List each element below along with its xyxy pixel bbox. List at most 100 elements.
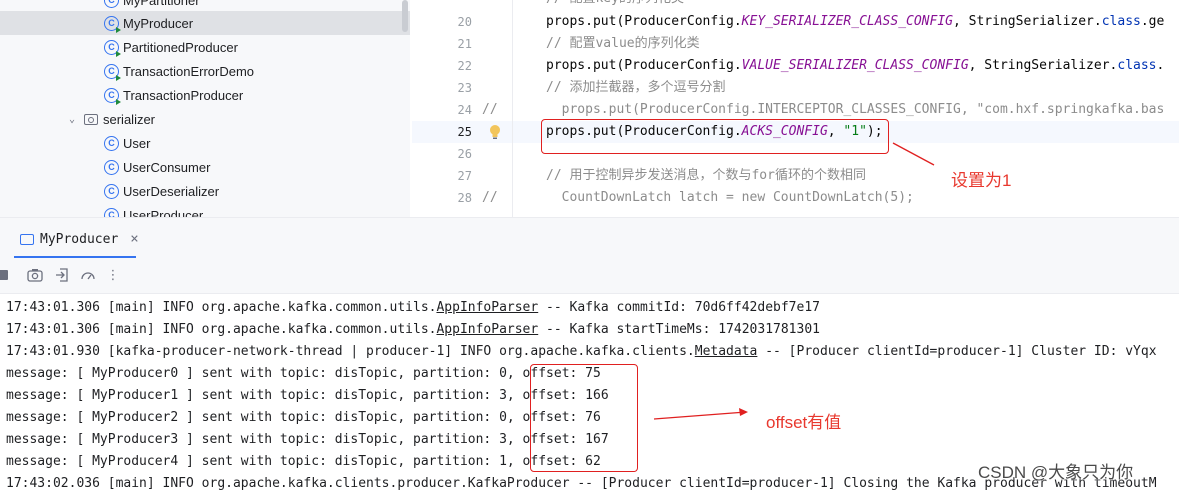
tree-item[interactable]: C User xyxy=(0,131,410,155)
tree-item-label: serializer xyxy=(103,111,156,127)
class-icon: C xyxy=(104,159,119,175)
console-line: message: [ MyProducer3 ] sent with topic… xyxy=(6,429,609,451)
code-token: class xyxy=(1101,14,1141,29)
console-text: -- Kafka startTimeMs: 1742031781301 xyxy=(538,322,820,337)
line-number: 24 xyxy=(457,103,472,117)
code-line-partial: // 配置key的序列化类 xyxy=(546,0,684,10)
code-token: ACKS_CONFIG xyxy=(741,124,828,139)
class-icon: C xyxy=(104,207,119,217)
stop-icon[interactable] xyxy=(0,266,12,284)
tree-item-label: UserProducer xyxy=(123,207,204,218)
tree-item-label: UserDeserializer xyxy=(123,183,220,199)
line-number: 25 xyxy=(457,125,472,139)
line-number: 27 xyxy=(457,169,472,183)
camera-icon[interactable] xyxy=(26,266,44,284)
tree-item-label: MyProducer xyxy=(123,15,194,31)
tree-item[interactable]: C UserProducer xyxy=(0,203,410,217)
console-text: message: [ MyProducer1 ] sent with topic… xyxy=(6,388,609,403)
class-icon: C xyxy=(104,135,119,151)
console-class-link[interactable]: AppInfoParser xyxy=(436,300,538,315)
code-token: props.put(ProducerConfig.INTERCEPTOR_CLA… xyxy=(546,102,1165,117)
run-tab[interactable]: MyProducer × xyxy=(0,220,139,258)
tree-item-label: TransactionErrorDemo xyxy=(123,63,255,79)
project-tree: C MyPartitioner C MyProducer C PartitionedPro… xyxy=(0,0,410,217)
code-token: .ge xyxy=(1140,14,1165,29)
console-class-link[interactable]: AppInfoParser xyxy=(436,322,538,337)
code-token: , xyxy=(827,124,844,139)
line-comment-marker: // xyxy=(482,190,498,205)
code-token: , StringSerializer. xyxy=(953,14,1102,29)
code-token: CountDownLatch latch = new CountDownLatc… xyxy=(546,190,914,205)
code-line[interactable]: props.put(ProducerConfig.VALUE_SERIALIZE… xyxy=(546,55,1164,77)
runnable-class-icon: C xyxy=(104,15,121,33)
tree-item[interactable]: C UserConsumer xyxy=(0,155,410,179)
class-icon: C xyxy=(104,183,119,199)
more-options-icon[interactable]: ⋮ xyxy=(104,266,122,284)
tree-item[interactable]: ⌄ serializer xyxy=(0,107,410,131)
code-token: props.put(ProducerConfig. xyxy=(546,14,742,29)
tree-item-label: UserConsumer xyxy=(123,159,211,175)
console-text: -- Kafka commitId: 70d6ff42debf7e17 xyxy=(538,300,820,315)
runnable-class-icon: C xyxy=(104,87,121,105)
code-line[interactable]: // 配置value的序列化类 xyxy=(546,33,700,55)
console-line: 17:43:01.306 [main] INFO org.apache.kafk… xyxy=(6,319,820,341)
code-line[interactable]: // 添加拦截器，多个逗号分割 xyxy=(546,77,725,99)
tree-item[interactable]: C TransactionErrorDemo xyxy=(0,59,410,83)
code-token: class xyxy=(1117,58,1157,73)
code-token: // 用于控制异步发送消息，个数与for循环的个数相同 xyxy=(546,168,866,183)
code-token: KEY_SERIALIZER_CLASS_CONFIG xyxy=(741,14,953,29)
annotation-arrow-offset xyxy=(653,408,748,420)
code-line[interactable]: props.put(ProducerConfig.ACKS_CONFIG, "1… xyxy=(546,121,883,143)
line-number: 20 xyxy=(457,15,472,29)
line-number: 28 xyxy=(457,191,472,205)
lightbulb-icon[interactable] xyxy=(488,124,502,140)
profiler-icon[interactable] xyxy=(79,266,97,284)
tree-item[interactable]: C UserDeserializer xyxy=(0,179,410,203)
console-line: message: [ MyProducer4 ] sent with topic… xyxy=(6,451,601,473)
tree-item[interactable]: C PartitionedProducer xyxy=(0,35,410,59)
tree-item-label: User xyxy=(123,135,151,151)
code-token: , StringSerializer. xyxy=(968,58,1118,73)
console-line: message: [ MyProducer0 ] sent with topic… xyxy=(6,363,601,385)
login-icon[interactable] xyxy=(53,266,71,284)
code-token: "1" xyxy=(843,124,867,139)
package-icon xyxy=(84,113,98,125)
tree-item[interactable]: C MyProducer xyxy=(0,11,410,35)
annotation-offset-label: offset有值 xyxy=(766,413,842,432)
console-class-link[interactable]: Metadata xyxy=(695,344,758,359)
code-line[interactable]: // 用于控制异步发送消息，个数与for循环的个数相同 xyxy=(546,165,866,187)
console-text: message: [ MyProducer0 ] sent with topic… xyxy=(6,366,601,381)
csdn-watermark: CSDN @大象只为你 xyxy=(978,463,1134,482)
code-token: // 添加拦截器，多个逗号分割 xyxy=(546,80,726,95)
console-text: 17:43:01.930 [kafka-producer-network-thr… xyxy=(6,344,695,359)
code-line[interactable]: props.put(ProducerConfig.INTERCEPTOR_CLA… xyxy=(546,99,1165,121)
class-icon: C xyxy=(104,0,119,8)
line-number: 23 xyxy=(457,81,472,95)
tree-scrollbar[interactable] xyxy=(402,0,408,32)
console-text: message: [ MyProducer3 ] sent with topic… xyxy=(6,432,609,447)
line-number: 21 xyxy=(457,37,472,51)
console-line: message: [ MyProducer1 ] sent with topic… xyxy=(6,385,609,407)
annotation-acks-label: 设置为1 xyxy=(951,171,1012,190)
tree-item[interactable]: C TransactionProducer xyxy=(0,83,410,107)
code-token: VALUE_SERIALIZER_CLASS_CONFIG xyxy=(741,58,969,73)
run-tab-label: MyProducer xyxy=(40,231,119,247)
code-line[interactable]: CountDownLatch latch = new CountDownLatc… xyxy=(546,187,914,209)
console-text: 17:43:01.306 [main] INFO org.apache.kafk… xyxy=(6,300,437,315)
runnable-class-icon: C xyxy=(104,63,121,81)
run-toolbar xyxy=(0,259,1179,294)
close-tab-icon[interactable]: × xyxy=(130,231,138,247)
code-line[interactable]: props.put(ProducerConfig.KEY_SERIALIZER_… xyxy=(546,11,1164,33)
run-panel-header xyxy=(0,217,1179,260)
console-text: message: [ MyProducer4 ] sent with topic… xyxy=(6,454,601,469)
console-text: -- [Producer clientId=producer-1] Cluste… xyxy=(757,344,1157,359)
tree-item-label: PartitionedProducer xyxy=(123,39,238,55)
chevron-down-icon[interactable]: ⌄ xyxy=(66,113,78,125)
code-token: props.put(ProducerConfig. xyxy=(546,124,742,139)
tree-item-label: TransactionProducer xyxy=(123,87,244,103)
console-text: message: [ MyProducer2 ] sent with topic… xyxy=(6,410,601,425)
line-number: 26 xyxy=(457,147,472,161)
code-token: // 配置value的序列化类 xyxy=(546,36,700,51)
active-tab-indicator xyxy=(14,256,136,258)
run-console-icon xyxy=(20,233,34,245)
